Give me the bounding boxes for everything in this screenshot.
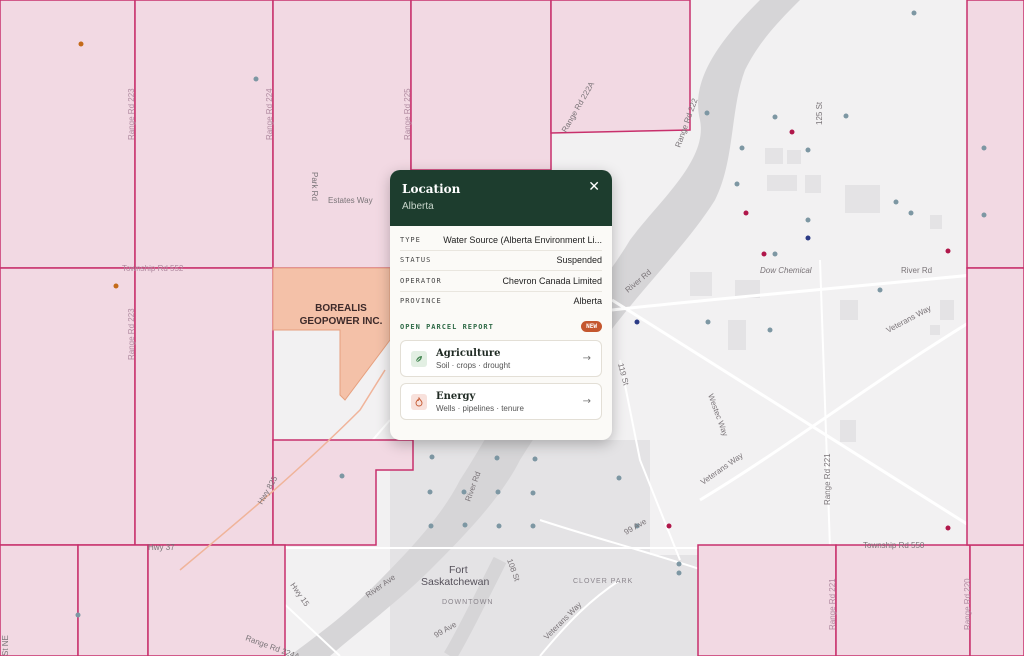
detail-key: TYPE [400,235,421,244]
detail-row-operator: OPERATOR Chevron Canada Limited [400,271,602,292]
energy-report-card[interactable]: Energy Wells · pipelines · tenure → [400,383,602,420]
detail-key: STATUS [400,256,432,265]
label-range-rd-223b: Range Rd 223 [127,308,136,360]
detail-key: PROVINCE [400,297,442,306]
label-township-rd-550: Township Rd 550 [863,541,925,550]
popup-title: Location [402,182,461,196]
detail-value: Suspended [556,255,602,266]
detail-row-type: TYPE Water Source (Alberta Environment L… [400,230,602,251]
parcel-report-title: OPEN PARCEL REPORT [400,322,494,331]
label-river-rd-right: River Rd [901,266,932,275]
arrow-right-icon: → [582,353,591,364]
label-downtown: DOWNTOWN [442,599,493,606]
card-subtitle: Wells · pipelines · tenure [436,403,524,413]
detail-row-status: STATUS Suspended [400,251,602,271]
label-range-rd-224: Range Rd 224 [265,88,274,140]
location-popup: Location Alberta ✕ TYPE Water Source (Al… [390,170,612,440]
leaf-icon [411,350,427,367]
popup-header: Location Alberta ✕ [390,170,612,226]
agriculture-report-card[interactable]: Agriculture Soil · crops · drought → [400,340,602,377]
label-township-rd-552: Township Rd 552 [122,264,184,273]
detail-value: Water Source (Alberta Environment Li... [443,234,602,245]
card-text: Agriculture Soil · crops · drought [436,348,510,370]
label-estates-way: Estates Way [328,196,373,205]
popup-details: TYPE Water Source (Alberta Environment L… [390,226,612,311]
arrow-right-icon: → [582,396,591,407]
parcel-owner-label-line2: GEOPOWER INC. [300,316,383,327]
card-title: Agriculture [436,347,501,359]
label-range-rd-225: Range Rd 225 [403,88,412,140]
parcel-report-header: OPEN PARCEL REPORT NEW [390,311,612,332]
detail-value: Alberta [573,296,602,307]
new-badge: NEW [581,321,602,332]
card-subtitle: Soil · crops · drought [436,360,511,370]
label-fort: Fort [449,564,468,576]
label-range-rd-223a: Range Rd 223 [127,88,136,140]
label-range-rd-221b: Range Rd 221 [828,578,837,630]
label-clover-park: CLOVER PARK [573,578,633,585]
detail-row-province: PROVINCE Alberta [400,292,602,312]
close-icon[interactable]: ✕ [588,179,600,195]
label-park-rd: Park Rd [310,172,319,201]
label-125-st: 125 St [815,101,824,125]
label-st-ne: St NE [1,635,10,656]
detail-value: Chevron Canada Limited [502,275,602,286]
label-range-rd-220: Range Rd 220 [963,578,972,630]
label-range-rd-221: Range Rd 221 [823,453,832,505]
label-hwy-37: Hwy 37 [148,543,175,552]
popup-subtitle: Alberta [402,201,434,212]
flame-icon [411,393,427,410]
label-dow-chemical: Dow Chemical [760,266,812,275]
parcel-owner-label-line1: BOREALIS [315,303,367,314]
card-text: Energy Wells · pipelines · tenure [436,391,524,413]
label-saskatchewan: Saskatchewan [421,576,489,588]
card-title: Energy [436,390,476,402]
detail-key: OPERATOR [400,276,442,285]
